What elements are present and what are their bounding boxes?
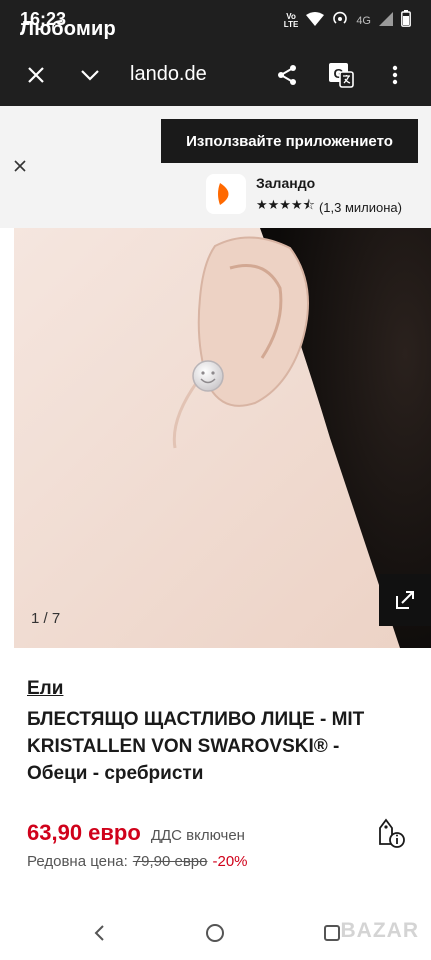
more-menu-button[interactable] bbox=[378, 58, 412, 92]
back-button[interactable] bbox=[87, 921, 111, 945]
rating-count: (1,3 милиона) bbox=[318, 199, 402, 215]
use-app-button[interactable]: Използвайте приложението bbox=[161, 119, 418, 163]
network-type: 4G bbox=[356, 15, 371, 27]
old-price: 79,90 евро bbox=[132, 853, 208, 870]
status-icons: Vo LTE 4G bbox=[284, 10, 411, 32]
translate-icon: G bbox=[329, 63, 354, 88]
product-title: БЛЕСТЯЩО ЩАСТЛИВО ЛИЦЕ - MIT KRISTALLEN … bbox=[27, 709, 365, 784]
price-row: 63,90 евро ДДС включен bbox=[27, 820, 245, 846]
battery-icon bbox=[401, 10, 411, 32]
close-tab-button[interactable] bbox=[19, 58, 53, 92]
watermark-logo: BAZAR bbox=[340, 919, 419, 942]
recents-icon bbox=[324, 925, 340, 941]
more-vertical-icon bbox=[392, 65, 398, 85]
owner-name: Любомир bbox=[20, 18, 116, 40]
close-icon bbox=[28, 67, 44, 83]
share-button[interactable] bbox=[270, 58, 304, 92]
translate-button[interactable]: G bbox=[324, 58, 358, 92]
home-circle-icon bbox=[206, 924, 224, 942]
price-tag-info-icon bbox=[379, 818, 405, 848]
volte-indicator: Vo LTE bbox=[283, 12, 299, 29]
current-price: 63,90 евро bbox=[27, 820, 141, 845]
home-button[interactable] bbox=[203, 921, 227, 945]
fullscreen-button[interactable] bbox=[379, 574, 431, 626]
signal-icon bbox=[379, 11, 393, 31]
product-image[interactable] bbox=[0, 228, 431, 648]
chevron-down-icon bbox=[81, 70, 99, 81]
browser-top-bar: 16:23 Любомир Vo LTE 4G lando.de G bbox=[0, 0, 431, 106]
system-nav-bar: BAZAR bbox=[0, 905, 431, 960]
discount-badge: -20% bbox=[212, 853, 248, 870]
ear-photo-illustration bbox=[0, 228, 431, 648]
expand-icon bbox=[396, 591, 414, 609]
vat-note: ДДС включен bbox=[150, 827, 245, 844]
browser-toolbar: lando.de G bbox=[0, 48, 431, 102]
product-brand-link[interactable]: Ели bbox=[27, 678, 63, 700]
dismiss-banner-button[interactable] bbox=[10, 156, 30, 176]
status-bar: 16:23 Любомир Vo LTE 4G bbox=[0, 0, 431, 40]
hotspot-icon bbox=[332, 11, 348, 32]
close-icon bbox=[14, 160, 26, 172]
regular-price-label: Редовна цена: bbox=[27, 853, 128, 870]
app-name: Заландо bbox=[256, 175, 316, 191]
app-install-banner: Използвайте приложението Заландо ★★★★⯪ (… bbox=[0, 106, 431, 228]
image-counter: 1 / 7 bbox=[31, 610, 61, 627]
share-icon bbox=[278, 65, 296, 85]
price-info-button[interactable] bbox=[376, 818, 406, 850]
app-rating: ★★★★⯪ (1,3 милиона) bbox=[256, 196, 402, 218]
minimize-button[interactable] bbox=[73, 58, 107, 92]
regular-price-row: Редовна цена: 79,90 евро -20% bbox=[27, 853, 248, 870]
wifi-icon bbox=[306, 11, 325, 31]
url-text[interactable]: lando.de bbox=[130, 63, 207, 86]
back-arrow-icon bbox=[94, 925, 104, 941]
rating-stars: ★★★★⯪ bbox=[256, 197, 315, 212]
zalando-logo-icon bbox=[206, 174, 246, 214]
